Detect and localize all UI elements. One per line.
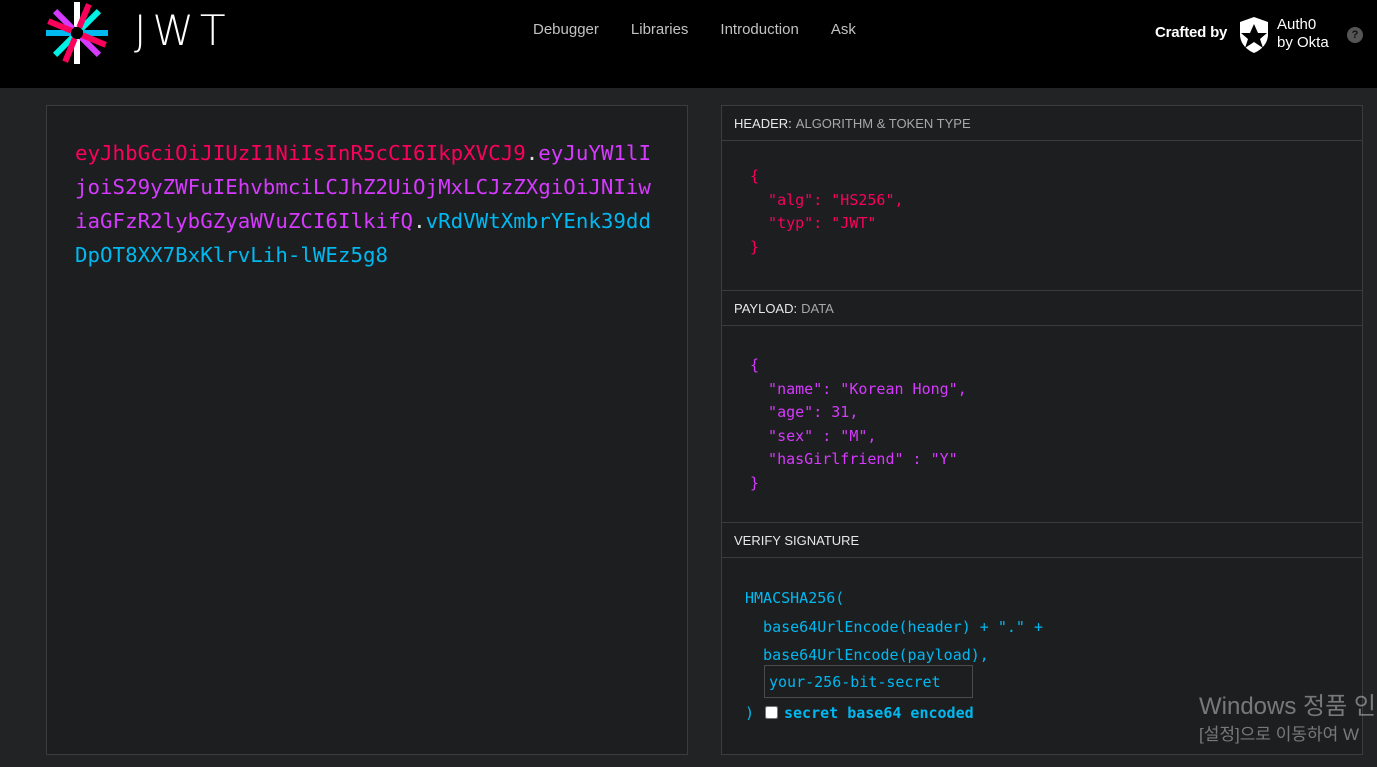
help-icon[interactable]: ? bbox=[1347, 27, 1363, 43]
nav-introduction[interactable]: Introduction bbox=[704, 20, 814, 40]
auth0-company: Auth0 by Okta bbox=[1277, 16, 1329, 52]
windows-watermark-line2: [설정]으로 이동하여 W bbox=[1199, 725, 1360, 744]
signature-formula: HMACSHA256( base64UrlEncode(header) + ".… bbox=[745, 589, 1044, 664]
base64-checkbox[interactable] bbox=[765, 706, 778, 719]
base64-checkbox-label[interactable]: secret base64 encoded bbox=[784, 701, 974, 725]
nav-ask[interactable]: Ask bbox=[815, 20, 872, 40]
signature-title: VERIFY SIGNATURE bbox=[734, 533, 860, 548]
signature-close-paren: ) bbox=[745, 704, 755, 722]
token-dot: . bbox=[525, 141, 539, 165]
nav-libraries[interactable]: Libraries bbox=[615, 20, 705, 40]
payload-title: PAYLOAD: bbox=[734, 301, 798, 316]
header-editor[interactable]: { "alg": "HS256", "typ": "JWT" } bbox=[722, 141, 1362, 291]
auth0-line1: Auth0 bbox=[1277, 16, 1317, 33]
windows-watermark-line1: Windows 정품 인 bbox=[1199, 693, 1376, 720]
main-nav: Debugger Libraries Introduction Ask bbox=[517, 20, 872, 40]
header-json[interactable]: { "alg": "HS256", "typ": "JWT" } bbox=[750, 165, 1362, 259]
encoded-token-text[interactable]: eyJhbGciOiJIUzI1NiIsInR5cCI6IkpXVCJ9.eyJ… bbox=[75, 136, 659, 272]
header-subtitle: ALGORITHM & TOKEN TYPE bbox=[795, 116, 971, 131]
top-bar: JWT Debugger Libraries Introduction Ask … bbox=[0, 0, 1377, 88]
payload-json[interactable]: { "name": "Korean Hong", "age": 31, "sex… bbox=[750, 354, 1362, 496]
jwt-logo[interactable]: JWT bbox=[44, 0, 254, 66]
encoded-token-panel[interactable]: eyJhbGciOiJIUzI1NiIsInR5cCI6IkpXVCJ9.eyJ… bbox=[46, 105, 688, 755]
token-header-segment: eyJhbGciOiJIUzI1NiIsInR5cCI6IkpXVCJ9 bbox=[75, 141, 526, 165]
jwt-wordmark: JWT bbox=[134, 6, 232, 55]
payload-section-title: PAYLOAD: DATA bbox=[722, 291, 1362, 326]
signature-section-title: VERIFY SIGNATURE bbox=[722, 523, 1362, 558]
payload-editor[interactable]: { "name": "Korean Hong", "age": 31, "sex… bbox=[722, 326, 1362, 523]
crafted-by-label: Crafted by bbox=[1155, 24, 1228, 41]
header-title: HEADER: bbox=[734, 116, 792, 131]
header-section-title: HEADER: ALGORITHM & TOKEN TYPE bbox=[722, 106, 1362, 141]
payload-subtitle: DATA bbox=[801, 301, 834, 316]
nav-debugger[interactable]: Debugger bbox=[517, 20, 615, 40]
secret-input[interactable] bbox=[764, 665, 973, 698]
auth0-shield-icon bbox=[1240, 17, 1268, 53]
token-dot: . bbox=[413, 209, 426, 233]
auth0-line2: by Okta bbox=[1277, 34, 1329, 51]
decoded-panel: HEADER: ALGORITHM & TOKEN TYPE { "alg": "… bbox=[721, 105, 1363, 755]
